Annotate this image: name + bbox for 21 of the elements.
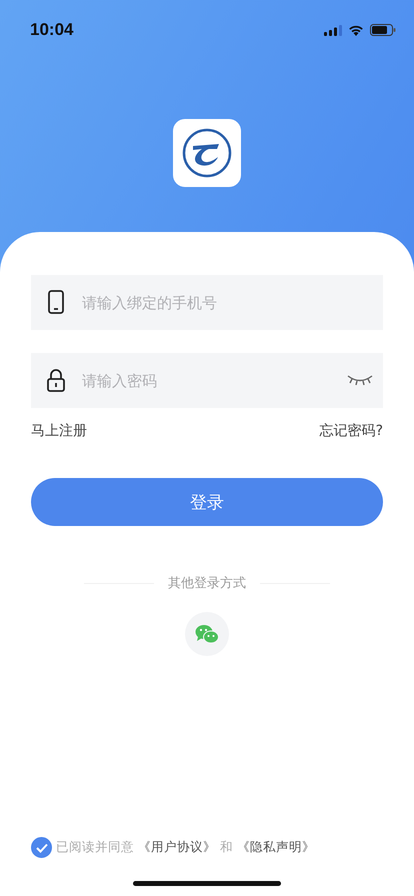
privacy-statement-link[interactable]: 《隐私声明》 <box>236 839 315 854</box>
register-link[interactable]: 马上注册 <box>31 422 87 440</box>
status-time: 10:04 <box>30 20 74 40</box>
chat-bubbles-icon <box>195 624 219 644</box>
agreement-text: 已阅读并同意 《用户协议》 和 《隐私声明》 <box>56 839 315 856</box>
wifi-icon <box>348 24 364 36</box>
agree-checkbox[interactable] <box>31 837 52 858</box>
app-logo <box>173 119 241 187</box>
phone-icon <box>45 290 67 314</box>
phone-field[interactable]: 请输入绑定的手机号 <box>31 275 383 330</box>
forgot-password-link[interactable]: 忘记密码? <box>320 422 383 440</box>
check-icon <box>36 842 48 852</box>
lock-icon <box>45 368 67 392</box>
closed-eye-icon[interactable] <box>347 373 373 387</box>
battery-icon <box>370 24 396 36</box>
other-login-label: 其他登录方式 <box>168 575 246 592</box>
signal-icon <box>324 24 342 36</box>
login-button[interactable]: 登录 <box>31 478 383 526</box>
user-agreement-link[interactable]: 《用户协议》 <box>138 839 216 854</box>
chat-login-button[interactable] <box>185 612 229 656</box>
password-field[interactable]: 请输入密码 <box>31 353 383 408</box>
